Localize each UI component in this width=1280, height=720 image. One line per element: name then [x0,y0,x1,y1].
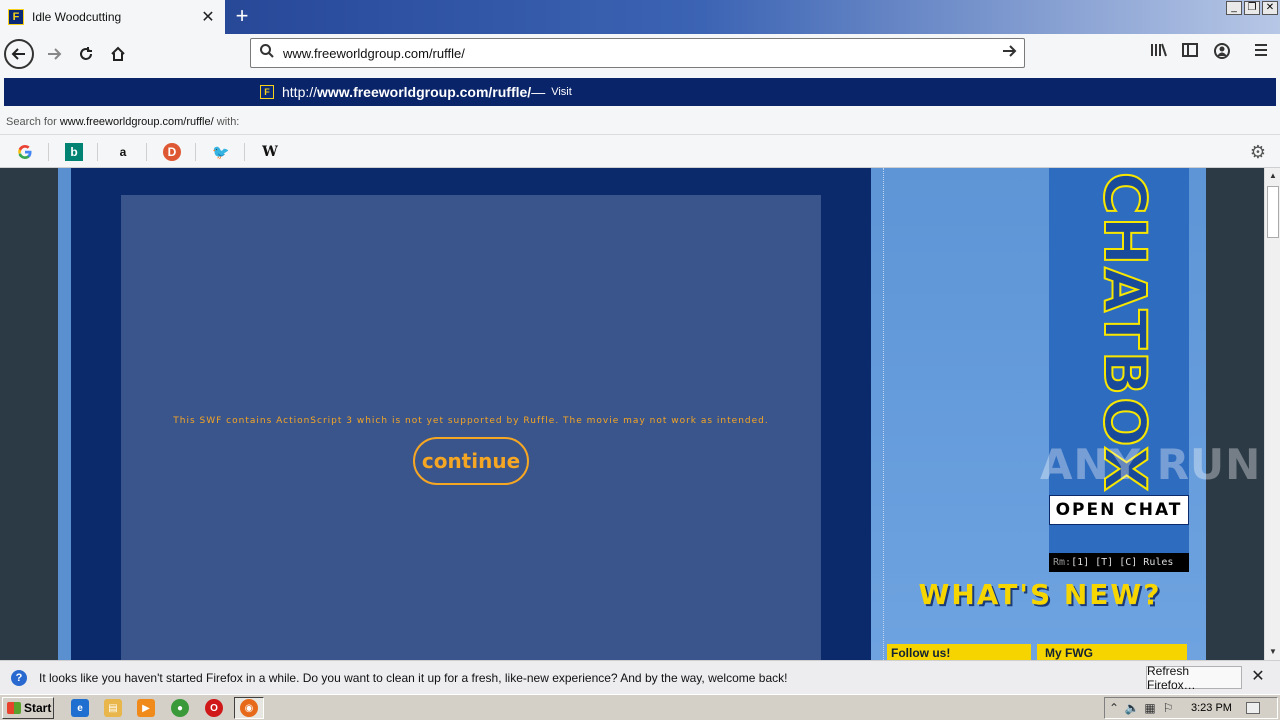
google-engine-icon[interactable] [16,143,34,161]
firefox-taskbar-button[interactable]: ◉ [234,697,264,719]
fwg-favicon-icon: F [8,9,24,25]
ruffle-warning-message: This SWF contains ActionScript 3 which i… [173,416,769,426]
twitter-engine-icon[interactable]: 🐦 [212,143,230,161]
home-icon [111,46,125,61]
forward-button[interactable] [38,38,70,70]
action-center-flag-icon[interactable]: ⚐ [1159,701,1177,715]
page-left-border [58,168,71,660]
side-column: CHATBOX OPEN CHAT Rm:[1] [T] [C] Rules W… [871,168,1206,660]
room-link-list[interactable]: [1] [T] [C] Rules [1071,557,1173,568]
scroll-thumb[interactable] [1267,186,1279,238]
reload-icon [80,47,92,60]
room-label: Rm: [1053,557,1072,568]
opera-taskbar-icon[interactable]: O [205,699,223,717]
engine-separator [97,143,98,161]
network-icon[interactable]: ▦ [1141,701,1159,715]
search-settings-gear-icon[interactable]: ⚙ [1250,142,1266,163]
tab-idle-woodcutting[interactable]: F Idle Woodcutting ✕ [0,0,225,34]
media-player-taskbar-icon[interactable]: ▶ [137,699,155,717]
url-text[interactable]: www.freeworldgroup.com/ruffle/ [283,46,994,61]
back-arrow-icon [11,48,25,60]
restore-button[interactable]: ❐ [1244,1,1260,15]
chatbox-title: CHATBOX [1090,171,1160,494]
windows-logo-icon [7,702,21,714]
main-column: This SWF contains ActionScript 3 which i… [71,168,871,660]
continue-button[interactable]: continue [413,437,529,485]
tab-bar: F Idle Woodcutting ✕ + _ ❐ ✕ [0,0,1280,34]
search-for-prefix: Search for [6,116,60,128]
refresh-firefox-button[interactable]: Refresh Firefox… [1146,664,1242,692]
taskbar: Start e ▤ ▶ ● O ◉ ⌃ 🔈 ▦ ⚐ 3:23 PM [0,694,1280,720]
room-links[interactable]: Rm:[1] [T] [C] Rules [1049,553,1189,572]
tab-title: Idle Woodcutting [32,10,122,24]
suggestion-visit: Visit [551,86,572,98]
suggestion-url: www.freeworldgroup.com/ruffle/ [317,84,532,100]
chrome-taskbar-icon[interactable]: ● [171,699,189,717]
notification-message: It looks like you haven't started Firefo… [39,670,788,685]
url-bar[interactable]: www.freeworldgroup.com/ruffle/ [250,38,1025,68]
amazon-engine-icon[interactable]: a [114,143,132,161]
ie-taskbar-icon[interactable]: e [71,699,89,717]
minimize-button[interactable]: _ [1226,1,1242,15]
menu-icon[interactable] [1249,42,1273,66]
reload-button[interactable] [70,38,102,70]
start-button[interactable]: Start [2,697,54,719]
search-for-term: www.freeworldgroup.com/ruffle/ [59,116,214,128]
wikipedia-engine-icon[interactable]: W [261,143,279,161]
show-desktop-button[interactable] [1245,702,1260,714]
tray-expand-icon[interactable]: ⌃ [1105,701,1123,715]
engine-separator [48,143,49,161]
close-window-button[interactable]: ✕ [1262,1,1278,15]
explorer-taskbar-icon[interactable]: ▤ [104,699,122,717]
follow-us-link[interactable]: Follow us! [887,644,1031,660]
tab-close-icon[interactable]: ✕ [197,7,219,27]
suggestion-prefix: http:// [282,84,318,100]
search-for-suffix: with: [213,116,240,128]
duckduckgo-engine-icon[interactable]: D [163,143,181,161]
taskbar-clock[interactable]: 3:23 PM [1191,702,1232,714]
engine-separator [146,143,147,161]
search-engines-row: b a D 🐦 W ⚙ [0,134,1280,168]
nav-toolbar: www.freeworldgroup.com/ruffle/ [0,34,1280,74]
account-icon[interactable] [1210,42,1234,66]
forward-arrow-icon [48,48,62,60]
new-tab-button[interactable]: + [229,3,255,29]
page-content: This SWF contains ActionScript 3 which i… [0,168,1264,660]
engine-separator [244,143,245,161]
whats-new-heading: WHAT'S NEW? [918,578,1162,611]
sidebar-icon[interactable] [1178,42,1202,66]
my-fwg-link[interactable]: My FWG [1037,644,1187,660]
back-button[interactable] [4,39,34,69]
search-icon [251,43,283,64]
scroll-up-arrow-icon[interactable]: ▲ [1265,168,1280,184]
open-chat-button[interactable]: OPEN CHAT [1049,495,1189,525]
page-scrollbar[interactable]: ▲ ▼ [1264,168,1280,660]
firefox-taskbar-icon: ◉ [240,699,258,717]
bing-engine-icon[interactable]: b [65,143,83,161]
engine-separator [195,143,196,161]
search-for-label: Search for www.freeworldgroup.com/ruffle… [6,116,239,128]
ruffle-player[interactable]: This SWF contains ActionScript 3 which i… [121,195,821,660]
url-suggestion[interactable]: F http://www.freeworldgroup.com/ruffle/ … [4,78,1276,106]
volume-icon[interactable]: 🔈 [1123,701,1141,715]
suggestion-dash: — [531,84,546,100]
notification-close-icon[interactable]: ✕ [1248,666,1268,688]
fwg-favicon-icon: F [260,85,274,99]
go-arrow-icon[interactable] [994,43,1024,64]
question-icon: ? [11,669,27,686]
library-icon[interactable] [1147,42,1171,66]
dotted-divider [883,168,884,660]
start-label: Start [24,701,52,715]
scroll-down-arrow-icon[interactable]: ▼ [1265,644,1280,660]
window-controls: _ ❐ ✕ [1226,1,1278,15]
system-tray: ⌃ 🔈 ▦ ⚐ 3:23 PM [1104,697,1278,719]
url-dropdown: F http://www.freeworldgroup.com/ruffle/ … [0,74,1280,168]
anyrun-watermark: ANY RUN [1040,440,1262,489]
home-button[interactable] [102,38,134,70]
notification-bar: ? It looks like you haven't started Fire… [0,660,1280,694]
